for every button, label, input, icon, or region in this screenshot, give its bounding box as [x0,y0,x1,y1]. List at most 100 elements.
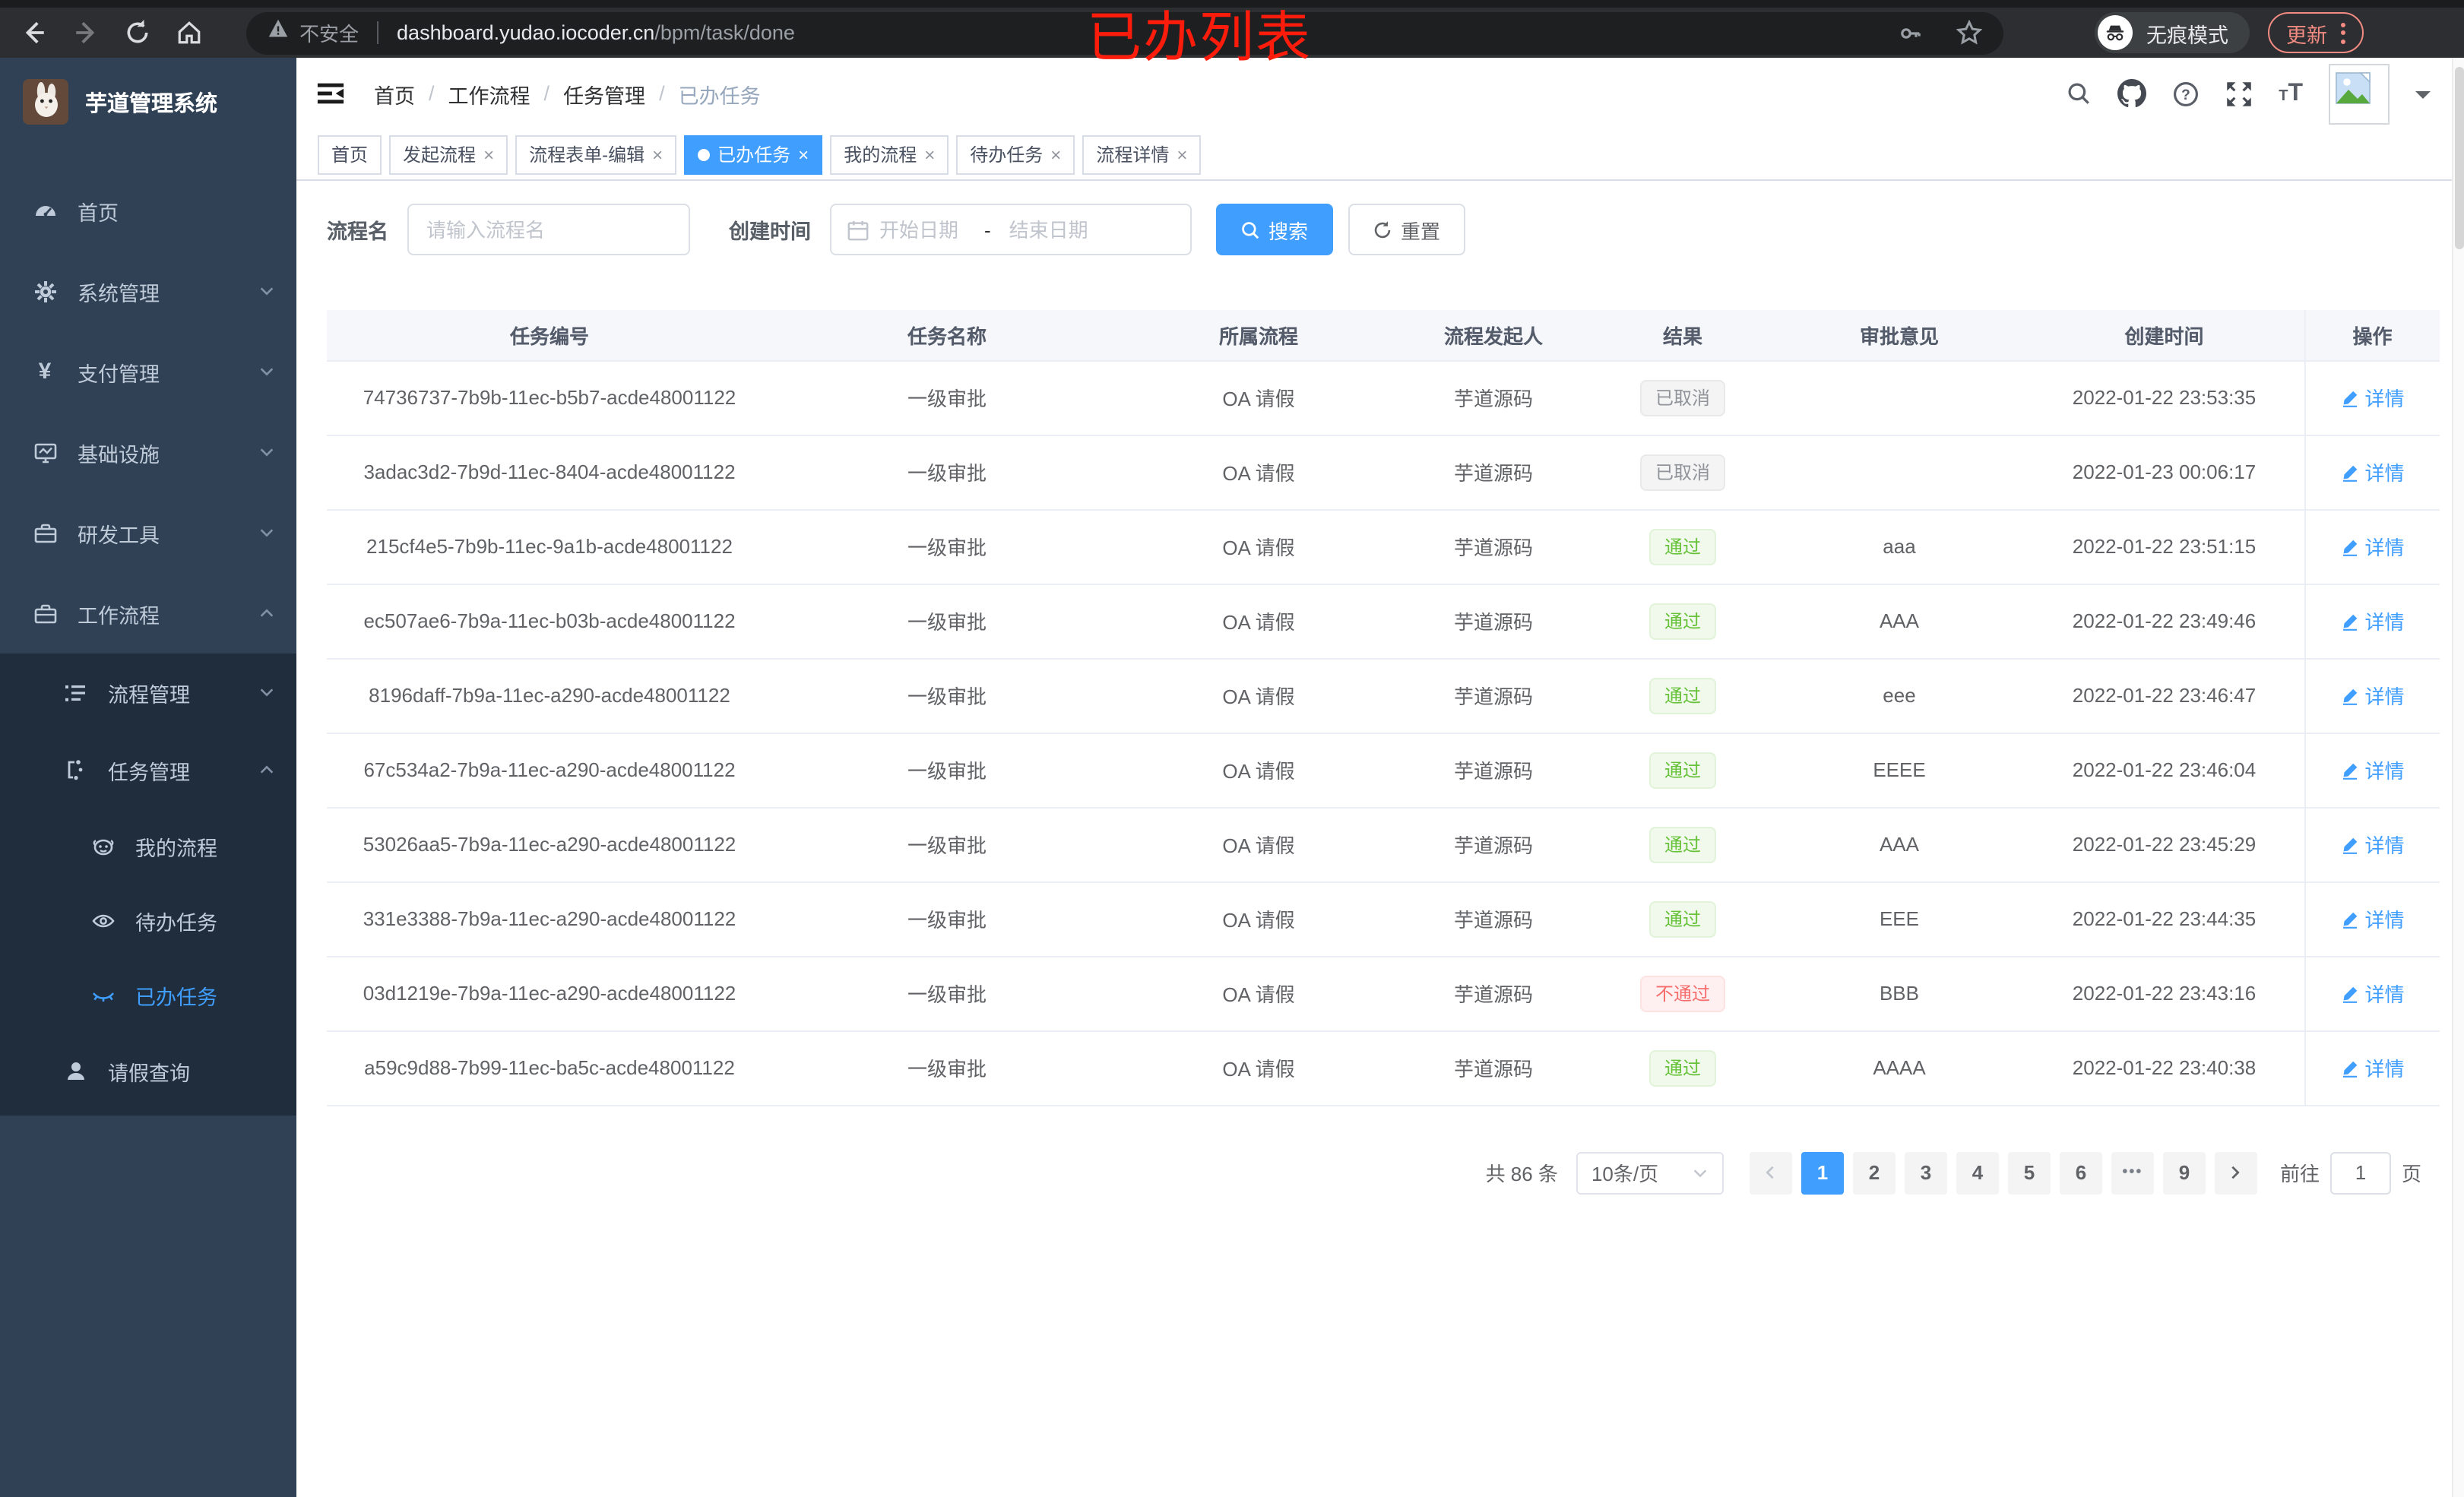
page-button[interactable]: 6 [2059,1151,2102,1194]
search-icon[interactable] [2066,81,2092,106]
back-icon[interactable] [15,14,52,51]
app-header: 首页 / 工作流程 / 任务管理 / 已办任务 ? TT [296,58,2452,129]
cell-starter: 芋道源码 [1395,881,1591,957]
start-date-input[interactable] [879,218,974,241]
sidebar-item-process-mgmt[interactable]: 流程管理 [0,654,296,731]
breadcrumb-task-mgmt[interactable]: 任务管理 [563,78,645,109]
page-button[interactable]: 5 [2007,1151,2051,1194]
key-icon[interactable] [1899,21,1923,45]
eye-closed-icon [90,983,116,1007]
fullscreen-icon[interactable] [2225,80,2253,107]
close-icon[interactable]: × [483,144,494,165]
edit-pen-icon [2342,986,2357,1002]
cell-process: OA 请假 [1122,435,1395,510]
goto-page-input[interactable] [2329,1151,2391,1194]
tag-my-process[interactable]: 我的流程 × [830,135,949,174]
page-button[interactable]: 4 [1956,1151,1999,1194]
cell-process: OA 请假 [1122,360,1395,435]
page-button[interactable]: 2 [1852,1151,1896,1194]
reload-icon[interactable] [119,14,155,51]
tag-done-tasks[interactable]: 已办任务 × [684,135,823,174]
github-icon[interactable] [2117,79,2147,108]
result-badge: 通过 [1648,752,1716,788]
forward-icon[interactable] [67,14,103,51]
process-name-input[interactable] [407,204,689,255]
sidebar-item-workflow[interactable]: 工作流程 [0,573,296,654]
sidebar-item-devtools[interactable]: 研发工具 [0,492,296,573]
tag-home[interactable]: 首页 [318,135,382,174]
page-scrollbar[interactable] [2452,58,2464,1497]
chevron-up-icon [258,761,275,778]
close-icon[interactable]: × [1050,144,1061,165]
date-range-picker[interactable]: - [829,204,1191,255]
detail-link-label: 详情 [2364,909,2405,932]
end-date-input[interactable] [1001,218,1096,241]
sidebar-item-done-tasks[interactable]: 已办任务 [0,957,296,1032]
next-page-button[interactable] [2214,1151,2257,1194]
sidebar-item-task-mgmt[interactable]: 任务管理 [0,731,296,809]
sidebar-item-todo-tasks[interactable]: 待办任务 [0,883,296,957]
tag-process-detail[interactable]: 流程详情 × [1082,135,1202,174]
close-icon[interactable]: × [924,144,935,165]
sidebar-item-leave-query[interactable]: 请假查询 [0,1032,296,1109]
cell-task-name: 一级审批 [772,435,1122,510]
sidebar-item-infra[interactable]: 基础设施 [0,412,296,492]
detail-link-label: 详情 [2364,536,2405,559]
close-icon[interactable]: × [1177,144,1187,165]
cell-action: 详情 [2304,360,2440,435]
chevron-left-icon [1766,1166,1775,1179]
tag-label: 已办任务 [717,144,791,166]
home-icon[interactable] [170,14,207,51]
page-button[interactable]: ••• [2111,1151,2154,1194]
cell-process: OA 请假 [1122,733,1395,808]
detail-link[interactable]: 详情 [2340,830,2405,859]
result-badge: 已取消 [1639,454,1725,490]
cell-comment [1774,360,2025,435]
breadcrumb-workflow[interactable]: 工作流程 [448,78,530,109]
cell-starter: 芋道源码 [1395,1030,1591,1106]
result-badge: 通过 [1648,677,1716,714]
sidebar-item-my-process[interactable]: 我的流程 [0,809,296,883]
detail-link[interactable]: 详情 [2340,532,2405,561]
close-icon[interactable]: × [798,144,809,165]
help-icon[interactable]: ? [2172,80,2200,107]
search-button[interactable]: 搜索 [1215,204,1333,255]
tag-start-process[interactable]: 发起流程 × [389,135,508,174]
avatar[interactable] [2329,63,2390,124]
page-button[interactable]: 3 [1904,1151,1947,1194]
update-button[interactable]: 更新 [2268,12,2364,53]
table-row: 03d1219e-7b9a-11ec-a290-acde48001122 一级审… [327,956,2440,1031]
detail-link[interactable]: 详情 [2340,457,2405,486]
detail-link[interactable]: 详情 [2340,383,2405,412]
sidebar-item-system[interactable]: 系统管理 [0,251,296,331]
detail-link[interactable]: 详情 [2340,1053,2405,1082]
reset-button[interactable]: 重置 [1348,204,1465,255]
font-size-icon[interactable]: TT [2279,80,2303,107]
close-icon[interactable]: × [652,144,663,165]
more-vert-icon[interactable] [2341,22,2345,43]
detail-link[interactable]: 详情 [2340,681,2405,710]
detail-link[interactable]: 详情 [2340,904,2405,933]
page-button[interactable]: 1 [1800,1151,1844,1194]
page-size-select[interactable]: 10条/页 [1576,1151,1724,1194]
edit-pen-icon [2342,390,2357,407]
security-label: 不安全 [299,23,359,46]
sidebar-item-payment[interactable]: ¥ 支付管理 [0,331,296,412]
fold-sidebar-icon[interactable] [316,79,345,108]
caret-down-icon[interactable] [2415,90,2431,106]
detail-link[interactable]: 详情 [2340,606,2405,635]
app-logo: 芋道管理系统 [0,67,296,137]
scrollbar-thumb[interactable] [2455,67,2464,249]
breadcrumb-home[interactable]: 首页 [374,78,415,109]
detail-link[interactable]: 详情 [2340,979,2405,1008]
tag-label: 首页 [331,144,369,166]
sidebar-item-home[interactable]: 首页 [0,170,296,251]
tag-form-edit[interactable]: 流程表单-编辑 × [515,135,677,174]
star-icon[interactable] [1956,20,1982,46]
col-result: 结果 [1591,310,1774,361]
detail-link[interactable]: 详情 [2340,755,2405,784]
cell-action: 详情 [2304,733,2440,808]
page-button[interactable]: 9 [2162,1151,2206,1194]
table-row: 331e3388-7b9a-11ec-a290-acde48001122 一级审… [327,881,2440,957]
tag-todo-tasks[interactable]: 待办任务 × [956,135,1075,174]
